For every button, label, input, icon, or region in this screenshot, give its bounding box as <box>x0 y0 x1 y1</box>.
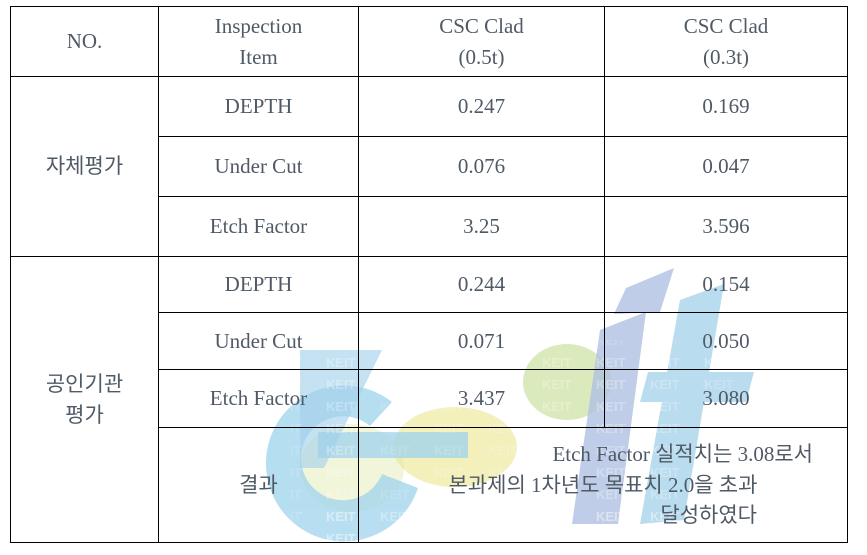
result-line-2: 본과제의 1차년도 목표치 2.0을 초과 <box>448 472 758 497</box>
table-row: 공인기관 평가 DEPTH 0.244 0.154 <box>10 256 848 543</box>
value-csc-05t: 3.25 <box>358 196 605 257</box>
item-label: Etch Factor <box>158 196 359 257</box>
item-label: DEPTH <box>158 76 359 137</box>
header-cell-inspection-item: Inspection Item <box>158 6 359 77</box>
header-cell-csc-clad-03t: CSC Clad (0.3t) <box>604 6 848 77</box>
item-label: Under Cut <box>158 136 359 197</box>
result-line-1: Etch Factor 실적치는 3.08로서 <box>552 442 813 467</box>
group-label-official-evaluation: 공인기관 평가 <box>10 256 159 543</box>
result-line-3: 달성하였다 <box>660 503 757 528</box>
value-csc-03t: 0.050 <box>604 312 848 370</box>
header-no-line1: NO. <box>66 29 103 54</box>
value-csc-05t: 0.076 <box>358 136 605 197</box>
header-item-line1: Inspection <box>214 14 303 39</box>
header-cell-no: NO. <box>10 6 159 77</box>
value-csc-05t: 0.244 <box>358 256 605 313</box>
header-c2-line2: (0.3t) <box>702 44 750 69</box>
inspection-results-table-container: NO. Inspection Item CSC Clad (0.5t) CSC … <box>10 6 848 543</box>
table-header-row: NO. Inspection Item CSC Clad (0.5t) CSC … <box>10 6 848 77</box>
group-label-line2: 평가 <box>65 402 104 427</box>
item-label: Etch Factor <box>158 369 359 428</box>
value-csc-03t-highlighted: 3.080 <box>604 369 848 428</box>
group-label-line1: 공인기관 <box>45 372 124 397</box>
header-c1-line1: CSC Clad <box>439 14 524 39</box>
result-text: Etch Factor 실적치는 3.08로서 본과제의 1차년도 목표치 2.… <box>358 427 848 543</box>
header-c1-line2: (0.5t) <box>458 44 505 69</box>
value-csc-03t-highlighted: 3.596 <box>604 196 848 257</box>
value-csc-03t: 0.154 <box>604 256 848 313</box>
value-csc-05t: 3.437 <box>358 369 605 428</box>
header-item-line2: Item <box>239 44 278 69</box>
group-label-self-evaluation: 자체평가 <box>10 76 159 257</box>
result-label: 결과 <box>158 427 359 543</box>
table-row: 자체평가 DEPTH 0.247 0.169 <box>10 76 848 257</box>
inspection-results-table: NO. Inspection Item CSC Clad (0.5t) CSC … <box>10 6 848 543</box>
header-c2-line1: CSC Clad <box>683 14 769 39</box>
value-csc-05t: 0.071 <box>358 312 605 370</box>
header-cell-csc-clad-05t: CSC Clad (0.5t) <box>358 6 605 77</box>
value-csc-03t: 0.169 <box>604 76 848 137</box>
item-label: DEPTH <box>158 256 359 313</box>
value-csc-05t: 0.247 <box>358 76 605 137</box>
value-csc-03t: 0.047 <box>604 136 848 197</box>
item-label: Under Cut <box>158 312 359 370</box>
